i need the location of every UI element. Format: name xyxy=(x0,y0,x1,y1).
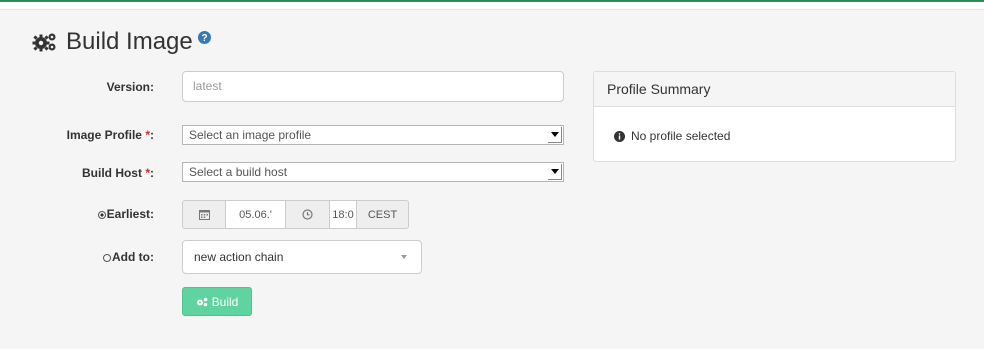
earliest-datetime-picker: 05.06.' 18:0 CEST xyxy=(182,200,409,229)
build-host-select[interactable]: Select a build host xyxy=(182,162,564,182)
earliest-radio[interactable] xyxy=(97,210,106,219)
build-button[interactable]: Build xyxy=(182,287,252,316)
page-title: Build Image xyxy=(66,28,193,55)
calendar-icon[interactable] xyxy=(182,200,226,229)
gears-icon xyxy=(32,33,56,52)
image-profile-selected: Select an image profile xyxy=(189,128,312,142)
earliest-label[interactable]: Earliest: xyxy=(97,207,154,221)
profile-summary-panel: Profile Summary No profile selected xyxy=(593,71,956,162)
version-input[interactable]: latest xyxy=(182,71,564,102)
info-icon xyxy=(614,130,625,142)
help-icon[interactable]: ? xyxy=(197,30,211,44)
earliest-date-input[interactable]: 05.06.' xyxy=(226,200,286,229)
add-to-radio[interactable] xyxy=(103,253,112,262)
build-button-label: Build xyxy=(211,294,239,309)
caret-down-icon xyxy=(401,255,407,259)
earliest-time-input[interactable]: 18:0 xyxy=(330,200,357,229)
version-label: Version: xyxy=(106,80,154,94)
timezone-addon: CEST xyxy=(357,200,409,229)
svg-text:?: ? xyxy=(201,33,207,44)
image-profile-select[interactable]: Select an image profile xyxy=(182,125,564,145)
profile-summary-body: No profile selected xyxy=(594,107,955,143)
page-title-row: Build Image ? xyxy=(32,26,211,58)
top-bar xyxy=(0,2,984,10)
build-host-label: Build Host *: xyxy=(81,166,154,180)
add-to-label[interactable]: Add to: xyxy=(103,250,154,264)
image-profile-label: Image Profile *: xyxy=(66,128,154,142)
chevron-down-icon[interactable] xyxy=(548,164,562,180)
profile-summary-message: No profile selected xyxy=(631,129,731,143)
action-chain-selected: new action chain xyxy=(194,250,284,264)
build-host-selected: Select a build host xyxy=(189,165,288,179)
profile-summary-title: Profile Summary xyxy=(594,72,955,107)
chevron-down-icon[interactable] xyxy=(548,127,562,143)
clock-icon[interactable] xyxy=(286,200,330,229)
gears-icon xyxy=(196,297,207,306)
action-chain-select[interactable]: new action chain xyxy=(182,240,422,274)
